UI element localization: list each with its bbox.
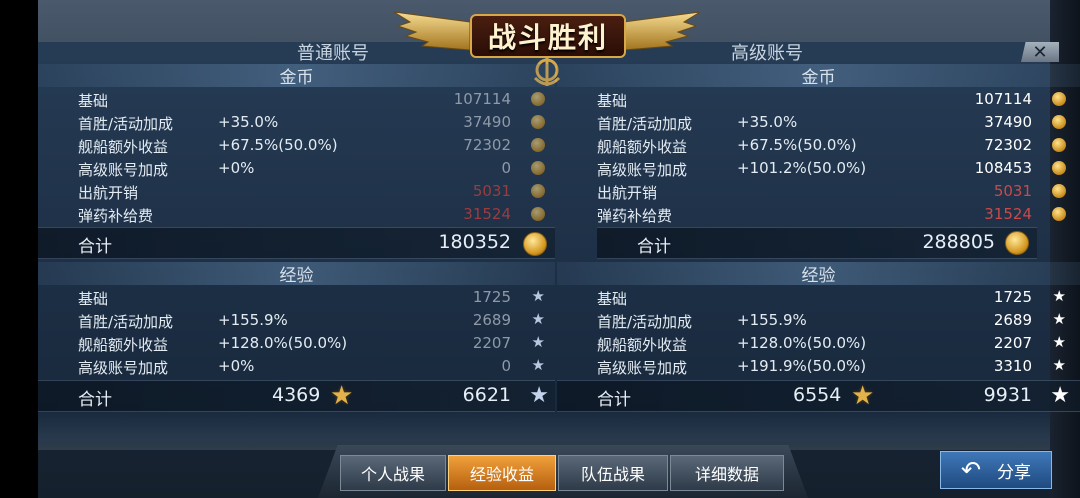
- gold-coin-icon: [531, 138, 545, 152]
- star-icon: ★: [531, 333, 545, 351]
- tab-personal-results[interactable]: 个人战果: [340, 455, 446, 491]
- captain-exp-total: 6554: [793, 384, 842, 406]
- exp-section-header: 经验: [557, 262, 1080, 286]
- gold-row-base: 基础 107114: [557, 88, 1080, 111]
- exp-section-header: 经验: [38, 262, 555, 286]
- gold-row-premium-bonus: 高级账号加成 +0% 0: [38, 157, 555, 180]
- exp-row-ship-bonus: 舰船额外收益 +128.0%(50.0%) 2207 ★: [597, 333, 1066, 354]
- exp-total-row: 合计 6554 ★ 9931 ★: [557, 380, 1080, 412]
- exp-total-label: 合计: [78, 390, 112, 410]
- exp-row-first-win: 首胜/活动加成 +155.9% 2689 ★: [78, 310, 545, 331]
- gold-section-header: 金币: [38, 64, 555, 88]
- gold-total-value: 180352: [438, 231, 511, 253]
- gold-row-sortie-cost: 出航开销 5031: [557, 180, 1080, 203]
- star-icon: ★: [529, 383, 549, 408]
- gold-total-row: 合计 180352: [38, 227, 555, 259]
- share-arrow-icon: ↶: [960, 456, 982, 484]
- gold-row-ammo-cost: 弹药补给费 31524: [557, 203, 1080, 226]
- tab-exp-income[interactable]: 经验收益: [448, 455, 556, 491]
- gold-coin-icon: [1005, 231, 1029, 255]
- gold-row-premium-bonus: 高级账号加成 +101.2%(50.0%) 108453: [557, 157, 1080, 180]
- tab-team-results[interactable]: 队伍战果: [558, 455, 668, 491]
- gold-coin-icon: [1052, 184, 1066, 198]
- gold-total-row: 合计 288805: [597, 227, 1037, 259]
- gold-coin-icon: [531, 115, 545, 129]
- gold-coin-icon: [1052, 138, 1066, 152]
- normal-account-heading: 普通账号: [297, 43, 369, 64]
- gold-row-ship-bonus: 舰船额外收益 +67.5%(50.0%) 72302: [557, 134, 1080, 157]
- gold-row-sortie-cost: 出航开销 5031: [38, 180, 555, 203]
- exp-total-value: 6621: [462, 384, 511, 406]
- gold-coin-icon: [1052, 161, 1066, 175]
- premium-account-column: 高级账号 金币 基础 107114 首胜/活动加成 +35.0% 37490 舰…: [557, 0, 1080, 498]
- gold-coin-icon: [1052, 92, 1066, 106]
- gold-section-header: 金币: [557, 64, 1080, 88]
- share-label: 分享: [997, 462, 1032, 483]
- gold-total-label: 合计: [78, 237, 112, 257]
- gold-star-icon: ★: [851, 381, 875, 411]
- exp-row-premium-bonus: 高级账号加成 +0% 0 ★: [78, 356, 545, 377]
- gold-coin-icon: [1052, 115, 1066, 129]
- gold-coin-icon: [1052, 207, 1066, 221]
- share-button[interactable]: ↶ 分享: [940, 451, 1052, 489]
- gold-row-first-win: 首胜/活动加成 +35.0% 37490: [557, 111, 1080, 134]
- gold-total-value: 288805: [922, 231, 995, 253]
- star-icon: ★: [1052, 356, 1066, 374]
- gold-star-icon: ★: [330, 381, 354, 411]
- exp-row-base: 基础 1725 ★: [78, 287, 545, 308]
- star-icon: ★: [1052, 333, 1066, 351]
- star-icon: ★: [1052, 287, 1066, 305]
- premium-account-heading: 高级账号: [731, 43, 803, 64]
- gold-row-first-win: 首胜/活动加成 +35.0% 37490: [38, 111, 555, 134]
- exp-row-first-win: 首胜/活动加成 +155.9% 2689 ★: [597, 310, 1066, 331]
- normal-account-column: 普通账号 金币 基础 107114 首胜/活动加成 +35.0% 37490 舰…: [38, 0, 555, 498]
- gold-row-ship-bonus: 舰船额外收益 +67.5%(50.0%) 72302: [38, 134, 555, 157]
- captain-exp-total: 4369: [272, 384, 321, 406]
- star-icon: ★: [531, 310, 545, 328]
- gold-coin-icon: [531, 161, 545, 175]
- gold-coin-icon: [523, 232, 547, 256]
- exp-total-row: 合计 4369 ★ 6621 ★: [38, 380, 555, 412]
- gold-row-ammo-cost: 弹药补给费 31524: [38, 203, 555, 226]
- exp-row-premium-bonus: 高级账号加成 +191.9%(50.0%) 3310 ★: [597, 356, 1066, 377]
- star-icon: ★: [531, 356, 545, 374]
- exp-total-value: 9931: [983, 384, 1032, 406]
- star-icon: ★: [1052, 310, 1066, 328]
- gold-coin-icon: [531, 92, 545, 106]
- gold-total-label: 合计: [637, 237, 671, 257]
- star-icon: ★: [531, 287, 545, 305]
- exp-row-base: 基础 1725 ★: [597, 287, 1066, 308]
- tab-detailed-data[interactable]: 详细数据: [670, 455, 784, 491]
- gold-coin-icon: [531, 184, 545, 198]
- exp-row-ship-bonus: 舰船额外收益 +128.0%(50.0%) 2207 ★: [78, 333, 545, 354]
- exp-total-label: 合计: [597, 390, 631, 410]
- left-edge: [0, 0, 38, 498]
- gold-coin-icon: [531, 207, 545, 221]
- star-icon: ★: [1050, 383, 1070, 408]
- gold-row-base: 基础 107114: [38, 88, 555, 111]
